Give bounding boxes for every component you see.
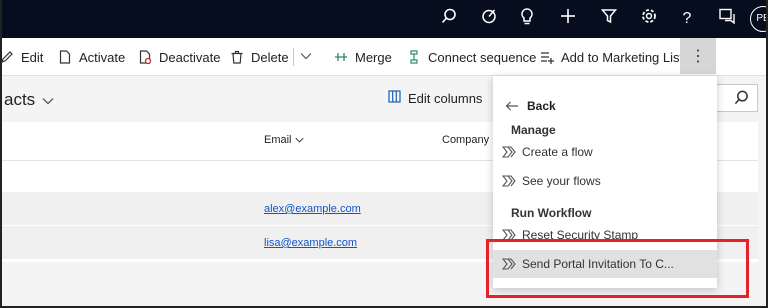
pencil-icon bbox=[2, 50, 14, 64]
highlight-annotation-box bbox=[486, 239, 749, 298]
document-icon bbox=[58, 50, 72, 64]
back-arrow-icon bbox=[505, 98, 519, 114]
flow-icon bbox=[501, 146, 516, 158]
target-icon[interactable] bbox=[478, 8, 500, 30]
view-selector[interactable]: acts bbox=[4, 90, 54, 110]
email-link[interactable]: lisa@example.com bbox=[264, 237, 357, 249]
section-manage: Manage bbox=[511, 123, 556, 137]
delete-button[interactable]: Delete bbox=[230, 38, 289, 76]
command-divider bbox=[293, 48, 294, 66]
filter-icon[interactable] bbox=[598, 8, 620, 30]
deactivate-button[interactable]: Deactivate bbox=[138, 38, 220, 76]
flow-icon bbox=[501, 175, 516, 187]
back-button[interactable]: Back bbox=[505, 98, 556, 114]
email-link[interactable]: alex@example.com bbox=[264, 203, 361, 215]
column-header-label: Email bbox=[264, 134, 292, 146]
create-flow-item[interactable]: Create a flow bbox=[493, 138, 717, 166]
gear-icon[interactable] bbox=[638, 8, 660, 30]
merge-icon bbox=[334, 50, 348, 64]
edit-columns-label: Edit columns bbox=[408, 90, 483, 106]
columns-icon bbox=[388, 90, 401, 106]
chevron-down-icon bbox=[294, 137, 304, 143]
chevron-down-icon bbox=[300, 51, 312, 63]
column-header-label: Company N bbox=[442, 134, 501, 146]
lightbulb-icon[interactable] bbox=[516, 8, 538, 30]
plus-icon[interactable] bbox=[557, 8, 579, 30]
merge-label: Merge bbox=[355, 49, 392, 65]
vertical-ellipsis-icon: ⋮ bbox=[690, 48, 706, 65]
chat-icon[interactable] bbox=[716, 8, 738, 30]
top-nav-bar: ? PE bbox=[2, 0, 766, 38]
search-icon bbox=[734, 90, 749, 110]
deactivate-document-icon bbox=[138, 50, 152, 65]
app-frame: ? PE Edit Activate Deactivate bbox=[0, 0, 768, 308]
list-add-icon bbox=[540, 50, 554, 64]
more-options-button[interactable]: ⋮ bbox=[680, 38, 716, 74]
merge-button[interactable]: Merge bbox=[334, 38, 392, 76]
activate-button[interactable]: Activate bbox=[58, 38, 125, 76]
edit-columns-button[interactable]: Edit columns bbox=[388, 90, 482, 106]
trash-icon bbox=[230, 50, 244, 64]
edit-button[interactable]: Edit bbox=[2, 38, 44, 76]
deactivate-label: Deactivate bbox=[159, 49, 221, 65]
connect-sequence-label: Connect sequence bbox=[428, 49, 537, 65]
section-run-workflow: Run Workflow bbox=[511, 206, 592, 220]
search-icon[interactable] bbox=[438, 8, 460, 30]
activate-label: Activate bbox=[79, 49, 126, 65]
sequence-icon bbox=[407, 50, 421, 64]
more-commands-chevron[interactable] bbox=[300, 38, 312, 76]
command-bar: Edit Activate Deactivate Delete Merge Co… bbox=[2, 38, 766, 76]
column-header-company[interactable]: Company N bbox=[442, 134, 500, 146]
column-header-email[interactable]: Email bbox=[264, 134, 304, 146]
avatar[interactable]: PE bbox=[750, 6, 766, 32]
delete-label: Delete bbox=[251, 49, 289, 65]
see-flows-label: See your flows bbox=[522, 174, 601, 188]
help-icon[interactable]: ? bbox=[676, 8, 698, 30]
edit-label: Edit bbox=[21, 49, 44, 65]
connect-sequence-button[interactable]: Connect sequence bbox=[407, 38, 536, 76]
see-flows-item[interactable]: See your flows bbox=[493, 167, 717, 195]
add-to-marketing-list-label: Add to Marketing List bbox=[561, 49, 684, 65]
chevron-down-icon bbox=[39, 96, 54, 108]
add-to-marketing-list-button[interactable]: Add to Marketing List bbox=[540, 38, 683, 76]
back-label: Back bbox=[527, 99, 556, 113]
view-title: acts bbox=[4, 90, 36, 109]
create-flow-label: Create a flow bbox=[522, 145, 593, 159]
